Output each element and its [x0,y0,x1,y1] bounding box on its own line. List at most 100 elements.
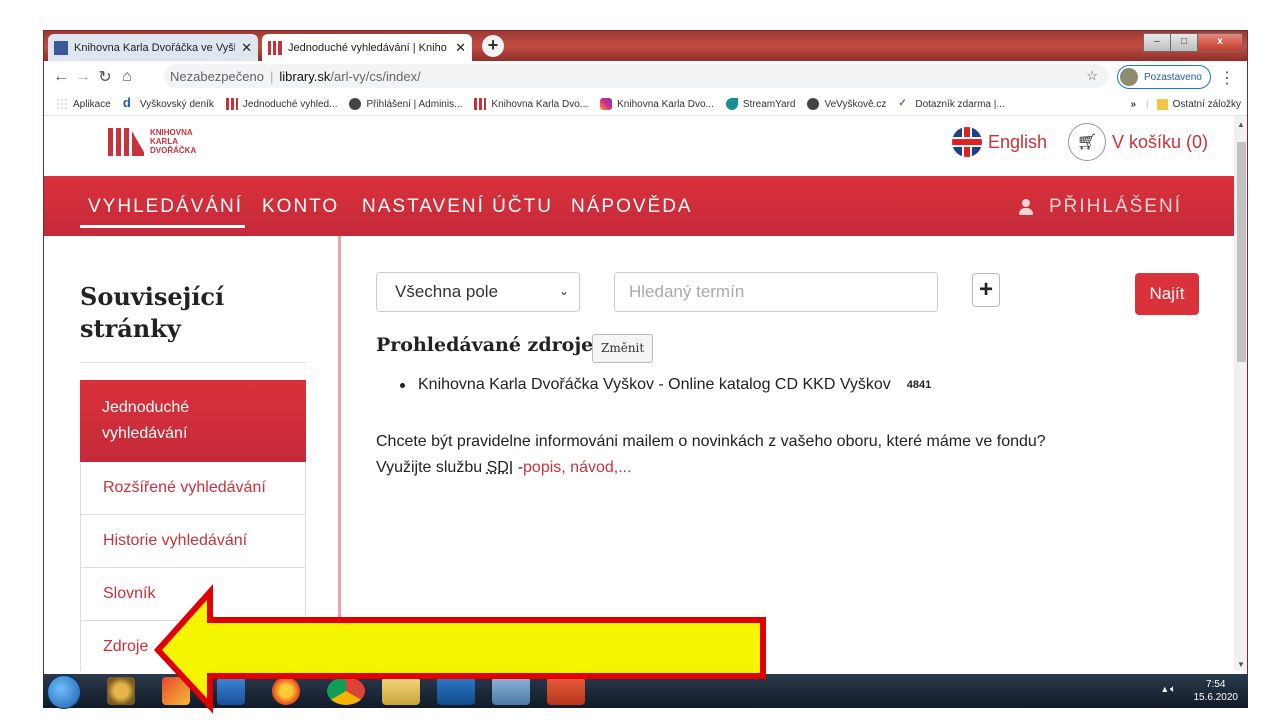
sidebar-item-sources[interactable]: Zdroje [80,621,306,671]
menu-item-account[interactable]: KONTO [262,196,339,218]
globe-icon [807,98,820,110]
language-switch[interactable]: English [952,127,1047,157]
bookmark-star-icon[interactable]: ☆ [1086,68,1098,84]
volume-icon[interactable]: ▴ 🔈︎ [1162,684,1176,695]
active-menu-underline [80,225,245,228]
find-button[interactable]: Najít [1135,273,1199,315]
minimize-button[interactable]: – [1143,33,1171,52]
clock[interactable]: 7:54 15.6.2020 [1194,678,1239,704]
taskbar: ▴ 🔈︎ 7:54 15.6.2020 [43,674,1248,709]
list-item: Knihovna Karla Dvořáčka Vyškov - Online … [400,376,931,394]
bookmark-admin-login[interactable]: Přihlášení | Adminis... [349,98,462,110]
searched-sources-heading: Prohledávané zdroje [376,334,594,356]
url-bar[interactable]: ⓘ Nezabezpečeno | library.sk/arl-vy/cs/i… [164,64,1108,397]
library-icon [268,40,282,55]
cart-link[interactable]: 🛒︎ V košíku (0) [1068,123,1208,161]
taskbar-app-icon[interactable] [492,677,530,705]
folder-icon [1156,98,1168,110]
login-link[interactable]: PŘIHLÁŠENÍ [1019,196,1182,218]
change-sources-button[interactable]: Změnit [592,334,654,363]
logo-mark [108,128,144,156]
chevron-down-icon: ⌄ [558,284,569,298]
bookmark-vevyskove[interactable]: VeVyškově.cz [807,98,886,110]
sidebar-nav: Jednoduché vyhledávání Rozšířené vyhledáv… [80,380,306,671]
search-input[interactable] [614,272,938,312]
check-icon: ✓ [898,98,907,109]
bookmark-library-2[interactable]: Knihovna Karla Dvo... [600,98,714,110]
taskbar-media-icon[interactable] [217,677,245,705]
browser-window: Knihovna Karla Dvořáčka ve Vyšk ✕ Jednod… [43,30,1248,707]
facebook-icon [54,40,68,55]
firefox-icon[interactable] [272,677,300,705]
divider [80,362,306,363]
uk-flag-icon [952,127,982,157]
record-count: 4841 [906,379,932,391]
sdi-help-link[interactable]: popis, návod,... [523,459,632,476]
back-icon[interactable]: ← [50,68,72,86]
address-toolbar: ← → ↻ ⌂ ⓘ Nezabezpečeno | library.sk/arl… [44,61,1247,397]
bookmarks-bar: Aplikace d Vyškovský deník Jednoduché vyh… [44,93,1247,116]
user-icon [1019,199,1033,215]
logo-text: KNIHOVNA KARLA DVOŘÁČKA [150,128,197,155]
reload-icon[interactable]: ↻ [94,67,116,87]
powerpoint-icon[interactable] [547,677,585,705]
new-tab-button[interactable]: + [482,35,504,57]
menu-item-account-settings[interactable]: NASTAVENÍ ÚČTU [362,196,553,218]
outlook-icon[interactable] [437,677,475,705]
scroll-up-icon[interactable]: ▲ [1237,120,1245,129]
sidebar-item-simple-search[interactable]: Jednoduché vyhledávání [80,380,306,462]
column-divider [338,236,341,671]
library-icon [474,98,487,110]
search-field-select[interactable]: Všechna pole ⌄ [376,272,580,312]
sdi-info: Chcete být pravidelne informováni mailem… [376,433,1046,476]
streamyard-icon [725,98,738,110]
other-bookmarks[interactable]: Ostatní záložky [1173,99,1241,110]
tab-simple-search[interactable]: Jednoduché vyhledávání | Kniho ✕ [262,34,472,61]
close-window-button[interactable]: x [1197,33,1243,52]
bookmark-streamyard[interactable]: StreamYard [725,98,795,110]
globe-icon [349,98,362,110]
home-icon[interactable]: ⌂ [116,68,138,86]
bookmark-dotaznik[interactable]: ✓ Dotazník zdarma |... [898,98,1004,110]
menu-item-search[interactable]: VYHLEDÁVÁNÍ [88,196,243,218]
tab-bar: Knihovna Karla Dvořáčka ve Vyšk ✕ Jednod… [44,31,1247,61]
page-content: KNIHOVNA KARLA DVOŘÁČKA English 🛒︎ V koš… [44,116,1234,671]
cart-icon: 🛒︎ [1068,123,1106,161]
maximize-button[interactable]: □ [1170,33,1198,52]
bookmark-simple-search[interactable]: Jednoduché vyhled... [225,98,337,110]
avatar [1120,68,1138,86]
add-field-button[interactable]: + [972,273,1000,307]
menu-item-help[interactable]: NÁPOVĚDA [571,196,693,218]
chrome-icon[interactable] [327,677,365,705]
forward-icon[interactable]: → [72,68,94,86]
sidebar-item-dictionary[interactable]: Slovník [80,568,306,621]
instagram-icon [600,98,613,110]
bookmark-apps[interactable]: Aplikace [56,98,111,110]
library-logo[interactable]: KNIHOVNA KARLA DVOŘÁČKA [108,128,196,156]
profile-button[interactable]: Pozastaveno [1117,65,1211,89]
taskbar-app-icon[interactable] [162,677,190,705]
tab-library-home[interactable]: Knihovna Karla Dvořáčka ve Vyšk ✕ [48,34,258,61]
bookmarks-overflow: » | Ostatní záložky [1130,98,1241,110]
scrollbar-thumb[interactable] [1237,142,1246,362]
apps-icon [56,98,68,110]
window-controls: – □ x [1143,33,1243,52]
bookmark-library-1[interactable]: Knihovna Karla Dvo... [474,98,588,110]
library-icon [225,98,238,110]
explorer-icon[interactable] [382,677,420,705]
close-tab-icon[interactable]: ✕ [455,40,466,56]
bullet-icon [400,382,405,388]
page-scrollbar[interactable]: ▲ ▼ [1234,116,1247,671]
taskbar-app-icon[interactable] [107,677,135,705]
sidebar-title: Související stránky [80,282,225,343]
main-menu: VYHLEDÁVÁNÍ KONTO NASTAVENÍ ÚČTU NÁPOVĚD… [44,176,1234,236]
bookmark-vyskovsky-denik[interactable]: d Vyškovský deník [122,95,214,110]
start-button[interactable] [47,675,81,709]
close-tab-icon[interactable]: ✕ [241,40,252,56]
sidebar-item-advanced-search[interactable]: Rozšířené vyhledávání [80,462,306,515]
bookmarks-more-button[interactable]: » [1130,99,1136,110]
d-icon: d [122,95,131,110]
sidebar-item-search-history[interactable]: Historie vyhledávání [80,515,306,568]
menu-kebab-icon[interactable]: ⋮ [1219,68,1235,88]
scroll-down-icon[interactable]: ▼ [1237,660,1245,669]
